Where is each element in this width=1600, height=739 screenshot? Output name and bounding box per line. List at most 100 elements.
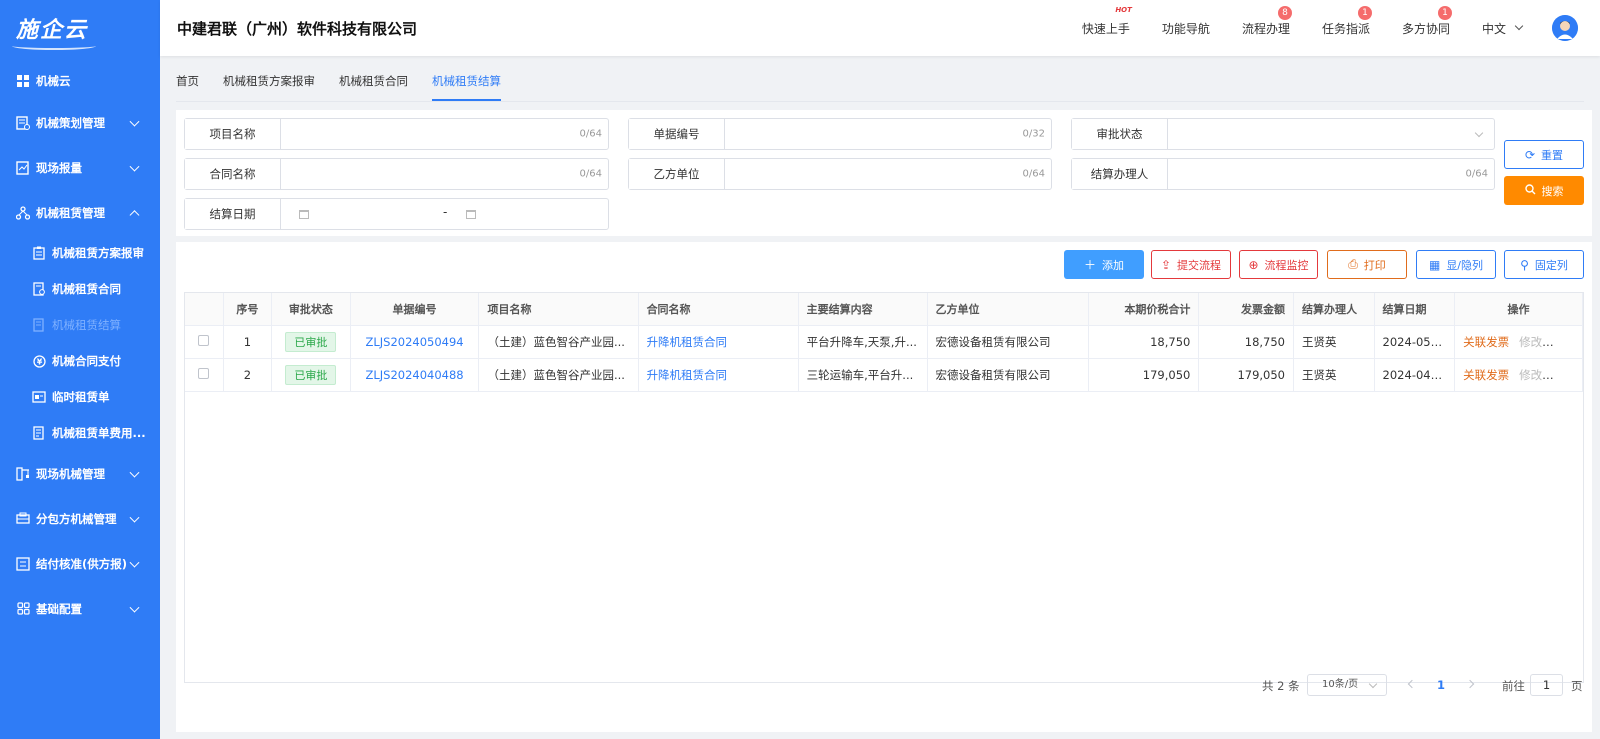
current-page[interactable]: 1 [1437, 678, 1445, 692]
collaboration-link[interactable]: 多方协同 1 [1402, 5, 1452, 37]
row-checkbox[interactable] [198, 334, 210, 346]
sidebar-subitem-payment[interactable]: ¥ 机械合同支付 [0, 343, 160, 379]
sidebar-item-payment-approval[interactable]: 结付核准(供方报) [0, 541, 160, 586]
header-actions: 快速上手 HOT 功能导航 流程办理 8 任务指派 1 多方协同 1 中文 [1082, 0, 1600, 56]
col-header: 结算日期 [1374, 293, 1456, 326]
sidebar-subitem-settlement[interactable]: 机械租赁结算 [0, 307, 160, 343]
page-jump-input[interactable]: 1 [1530, 674, 1563, 696]
monitor-label: 流程监控 [1264, 258, 1309, 272]
contract-name-field: 合同名称 0/64 [184, 158, 609, 190]
language-select[interactable]: 中文 [1481, 20, 1524, 37]
fixed-columns-button[interactable]: ⚲ 固定列 [1504, 250, 1584, 279]
sidebar-item-site-machinery[interactable]: 现场机械管理 [0, 451, 160, 496]
reset-button[interactable]: ⟳ 重置 [1504, 140, 1584, 169]
chevron-down-icon [1474, 128, 1484, 138]
toggle-columns-button[interactable]: ▦ 显/隐列 [1416, 250, 1496, 279]
delete-button[interactable]: 删除 [1552, 335, 1575, 349]
page-size-select[interactable]: 10条/页 [1307, 674, 1387, 696]
table-row: 1 已审批 ZLJS2024050494 （土建）蓝色智谷产业园... 升降机租… [185, 325, 1583, 359]
function-nav-link[interactable]: 功能导航 [1162, 20, 1210, 37]
sidebar-item-rental[interactable]: 机械租赁管理 [0, 190, 160, 235]
sidebar-nav: 机械云 机械策划管理 现场报量 机械租赁管理 机械租赁方案报审 机械租赁合同 机… [0, 56, 160, 631]
field-label: 结算日期 [185, 199, 281, 229]
edit-button[interactable]: 修改 [1519, 335, 1542, 349]
sidebar-subitem-label: 机械租赁单费用... [52, 426, 146, 440]
sidebar-item-planning[interactable]: 机械策划管理 [0, 100, 160, 145]
logo[interactable]: 施企云 [0, 0, 160, 56]
submit-process-button[interactable]: ⇪ 提交流程 [1151, 250, 1231, 279]
delete-button[interactable]: 删除 [1552, 368, 1575, 382]
chevron-down-icon [129, 467, 140, 478]
task-assign-link[interactable]: 任务指派 1 [1322, 5, 1372, 37]
tab-home[interactable]: 首页 [176, 67, 199, 101]
function-nav-label: 功能导航 [1161, 21, 1210, 36]
contract-name-input[interactable]: 0/64 [281, 159, 608, 189]
sidebar-subitem-label: 机械租赁结算 [52, 318, 121, 332]
sidebar-subitem-plan-review[interactable]: 机械租赁方案报审 [0, 235, 160, 271]
prev-page-icon[interactable] [1407, 679, 1417, 689]
party-b-input[interactable]: 0/64 [725, 159, 1051, 189]
cell-status: 已审批 [271, 358, 351, 392]
approval-status-field: 审批状态 [1071, 118, 1495, 150]
char-count: 0/32 [1022, 128, 1045, 140]
page-suffix: 页 [1571, 679, 1583, 693]
select-all-header[interactable] [185, 293, 224, 326]
link-invoice-button[interactable]: 关联发票 [1463, 335, 1509, 349]
cell-date: 2024-05-22 [1374, 325, 1456, 359]
quick-start-link[interactable]: 快速上手 HOT [1081, 6, 1132, 37]
char-count: 0/64 [579, 168, 602, 180]
status-badge: 已审批 [285, 364, 337, 385]
approval-status-select[interactable] [1168, 119, 1494, 149]
avatar-icon[interactable] [1552, 15, 1578, 41]
report-icon [16, 160, 30, 175]
sidebar-subitem-label: 机械合同支付 [52, 354, 121, 368]
sidebar-item-label: 分包方机械管理 [36, 511, 117, 526]
link-invoice-button[interactable]: 关联发票 [1463, 368, 1509, 382]
cell-handler: 王贤英 [1293, 325, 1375, 359]
search-label: 搜索 [1541, 184, 1564, 198]
sidebar-item-site-report[interactable]: 现场报量 [0, 145, 160, 190]
field-label: 项目名称 [185, 119, 281, 149]
sidebar-item-label: 机械策划管理 [36, 115, 105, 130]
printer-icon: ⎙ [1348, 257, 1358, 271]
tab-settlement[interactable]: 机械租赁结算 [432, 67, 501, 101]
col-header: 本期价税合计 [1088, 293, 1200, 326]
col-header: 主要结算内容 [798, 293, 928, 326]
contract-link[interactable]: 升降机租赁合同 [647, 335, 728, 349]
next-page-icon[interactable] [1465, 679, 1475, 689]
process-monitor-button[interactable]: ⊕ 流程监控 [1239, 250, 1318, 279]
doc-no-input[interactable]: 0/32 [725, 119, 1051, 149]
sidebar-item-machinery-cloud[interactable]: 机械云 [0, 62, 160, 100]
search-button[interactable]: 搜索 [1504, 176, 1584, 205]
tab-plan-review[interactable]: 机械租赁方案报审 [223, 67, 315, 101]
sidebar-item-subcontractor[interactable]: 分包方机械管理 [0, 496, 160, 541]
project-name-input[interactable]: 0/64 [281, 119, 608, 149]
calendar-icon [299, 210, 309, 219]
field-label: 合同名称 [185, 159, 281, 189]
cell-content: 三轮运输车,平台升... [798, 358, 928, 392]
print-button[interactable]: ⎙ 打印 [1327, 250, 1407, 279]
sidebar-subitem-temp-rental[interactable]: 临时租赁单 [0, 379, 160, 415]
project-name-field: 项目名称 0/64 [184, 118, 609, 150]
quick-start-label: 快速上手 [1081, 21, 1130, 36]
process-link[interactable]: 流程办理 8 [1242, 5, 1292, 37]
tab-contract[interactable]: 机械租赁合同 [339, 67, 408, 101]
rental-icon [16, 205, 30, 220]
sidebar-subitem-rental-fee[interactable]: 机械租赁单费用... [0, 415, 160, 451]
sidebar-item-base-config[interactable]: 基础配置 [0, 586, 160, 631]
row-checkbox[interactable] [198, 367, 210, 379]
total-count: 共 2 条 [1262, 679, 1300, 693]
doc-no-link[interactable]: ZLJS2024040488 [365, 368, 463, 382]
add-button[interactable]: ＋ 添加 [1064, 250, 1144, 279]
target-icon: ⊕ [1248, 257, 1259, 272]
settle-date-range[interactable]: - [281, 199, 608, 229]
edit-button[interactable]: 修改 [1519, 368, 1542, 382]
handler-input[interactable]: 0/64 [1168, 159, 1494, 189]
company-name: 中建君联（广州）软件科技有限公司 [177, 19, 418, 38]
contract-link[interactable]: 升降机租赁合同 [647, 368, 728, 382]
chevron-down-icon [129, 116, 140, 127]
language-label: 中文 [1481, 21, 1506, 36]
doc-no-link[interactable]: ZLJS2024050494 [365, 335, 463, 349]
date-separator: - [443, 205, 448, 219]
sidebar-subitem-contract[interactable]: 机械租赁合同 [0, 271, 160, 307]
